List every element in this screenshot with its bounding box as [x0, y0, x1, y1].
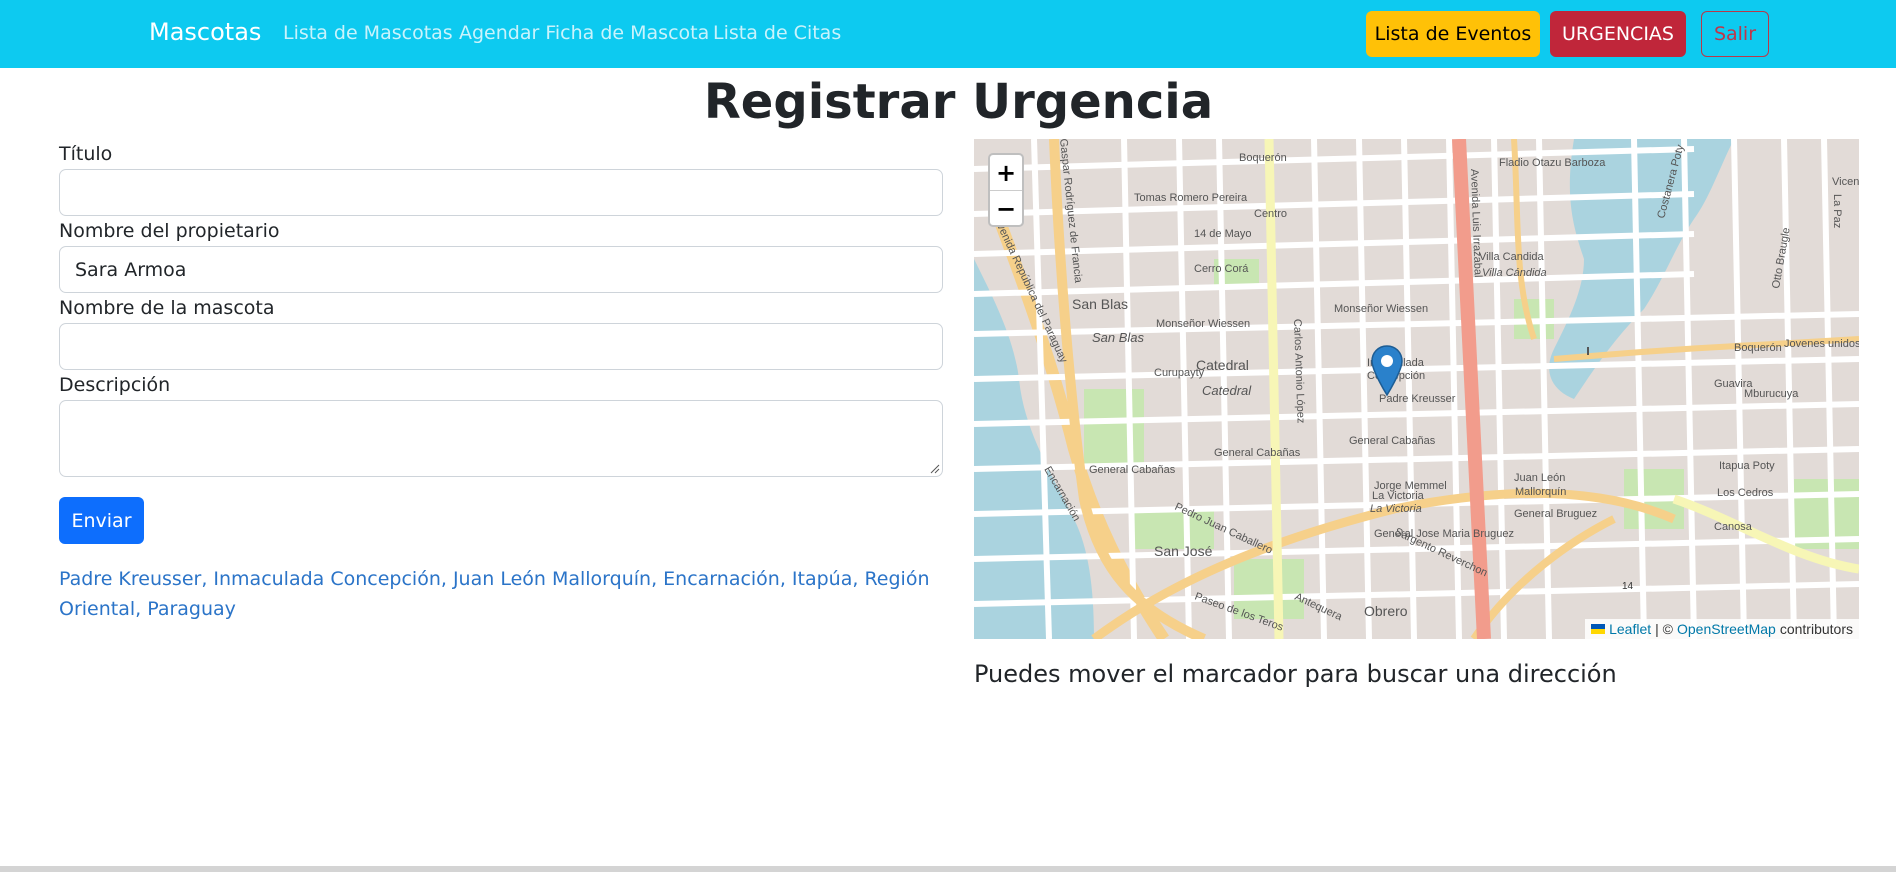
nav-link-schedule-pet[interactable]: Agendar Ficha de Mascota — [459, 22, 709, 44]
svg-text:Monseñor Wiessen: Monseñor Wiessen — [1156, 318, 1250, 330]
svg-text:Villa Candida: Villa Candida — [1479, 251, 1545, 263]
events-button[interactable]: Lista de Eventos — [1366, 11, 1540, 57]
map-tiles[interactable]: Boquerón Centro San Blas San Blas Catedr… — [974, 139, 1859, 639]
map-hint-text: Puedes mover el marcador para buscar una… — [974, 660, 1617, 688]
svg-text:Boquerón: Boquerón — [1239, 152, 1287, 164]
svg-text:Centro: Centro — [1254, 208, 1287, 220]
map-marker-icon[interactable] — [1371, 345, 1403, 397]
svg-text:Jovenes unidos: Jovenes unidos — [1784, 338, 1859, 350]
svg-text:14: 14 — [1622, 581, 1634, 592]
svg-text:La Victoria: La Victoria — [1370, 503, 1422, 515]
description-label: Descripción — [59, 374, 171, 396]
resize-handle-icon[interactable] — [930, 464, 940, 474]
osm-link[interactable]: OpenStreetMap — [1677, 621, 1776, 637]
owner-input[interactable]: Sara Armoa — [59, 246, 943, 293]
nav-link-pet-list[interactable]: Lista de Mascotas — [283, 22, 453, 44]
svg-text:Guavira: Guavira — [1714, 378, 1753, 390]
brand-link[interactable]: Mascotas — [149, 18, 261, 46]
svg-text:Fladio Otazu Barboza: Fladio Otazu Barboza — [1499, 157, 1606, 169]
svg-text:Itapua Poty: Itapua Poty — [1719, 460, 1775, 472]
submit-button[interactable]: Enviar — [59, 497, 144, 544]
logout-button[interactable]: Salir — [1701, 11, 1769, 57]
ukraine-flag-icon — [1591, 624, 1606, 634]
top-navbar: Mascotas Lista de Mascotas Agendar Ficha… — [0, 0, 1896, 68]
svg-text:Monseñor Wiessen: Monseñor Wiessen — [1334, 303, 1428, 315]
svg-text:San Blas: San Blas — [1072, 296, 1128, 312]
svg-text:Los Cedros: Los Cedros — [1717, 487, 1774, 499]
svg-text:Boquerón: Boquerón — [1734, 342, 1782, 354]
svg-text:San Blas: San Blas — [1092, 330, 1145, 345]
svg-text:La Paz: La Paz — [1831, 194, 1843, 228]
svg-text:General Cabañas: General Cabañas — [1214, 447, 1301, 459]
svg-text:Obrero: Obrero — [1364, 603, 1408, 619]
svg-text:Catedral: Catedral — [1202, 383, 1252, 398]
svg-text:Juan León: Juan León — [1514, 472, 1565, 484]
map-container[interactable]: Boquerón Centro San Blas San Blas Catedr… — [974, 139, 1859, 639]
title-input[interactable] — [59, 169, 943, 216]
map-zoom-control: + − — [988, 153, 1024, 227]
leaflet-link[interactable]: Leaflet — [1609, 621, 1651, 637]
svg-text:Jorge Memmel: Jorge Memmel — [1374, 480, 1447, 492]
map-attribution: Leaflet | © OpenStreetMap contributors — [1585, 619, 1859, 639]
svg-text:General Bruguez: General Bruguez — [1514, 508, 1597, 520]
description-textarea[interactable] — [59, 400, 943, 477]
nav-link-appointments[interactable]: Lista de Citas — [713, 22, 841, 44]
page-title: Registrar Urgencia — [703, 74, 1214, 130]
title-label: Título — [59, 143, 113, 165]
svg-text:Curupayty: Curupayty — [1154, 367, 1205, 379]
svg-text:Mallorquín: Mallorquín — [1515, 486, 1566, 498]
pet-name-input[interactable] — [59, 323, 943, 370]
zoom-out-button[interactable]: − — [990, 191, 1022, 226]
attribution-contributors: contributors — [1779, 621, 1853, 637]
svg-text:Tomas Romero Pereira: Tomas Romero Pereira — [1134, 192, 1248, 204]
zoom-in-button[interactable]: + — [990, 155, 1022, 191]
svg-text:General Cabañas: General Cabañas — [1089, 464, 1176, 476]
svg-text:Vicente I. B: Vicente I. B — [1832, 176, 1859, 188]
pet-name-label: Nombre de la mascota — [59, 297, 275, 319]
svg-text:Villa Cándida: Villa Cándida — [1482, 267, 1547, 279]
resolved-address: Padre Kreusser, Inmaculada Concepción, J… — [59, 568, 930, 620]
svg-text:Canosa: Canosa — [1714, 521, 1753, 533]
urgent-button[interactable]: URGENCIAS — [1550, 11, 1686, 57]
svg-text:General Cabañas: General Cabañas — [1349, 435, 1436, 447]
horizontal-scrollbar[interactable] — [0, 866, 1896, 872]
svg-text:14 de Mayo: 14 de Mayo — [1194, 228, 1251, 240]
attribution-separator: | © — [1655, 621, 1673, 637]
svg-text:San José: San José — [1154, 543, 1213, 559]
svg-text:Cerro Corá: Cerro Corá — [1194, 263, 1249, 275]
owner-label: Nombre del propietario — [59, 220, 280, 242]
